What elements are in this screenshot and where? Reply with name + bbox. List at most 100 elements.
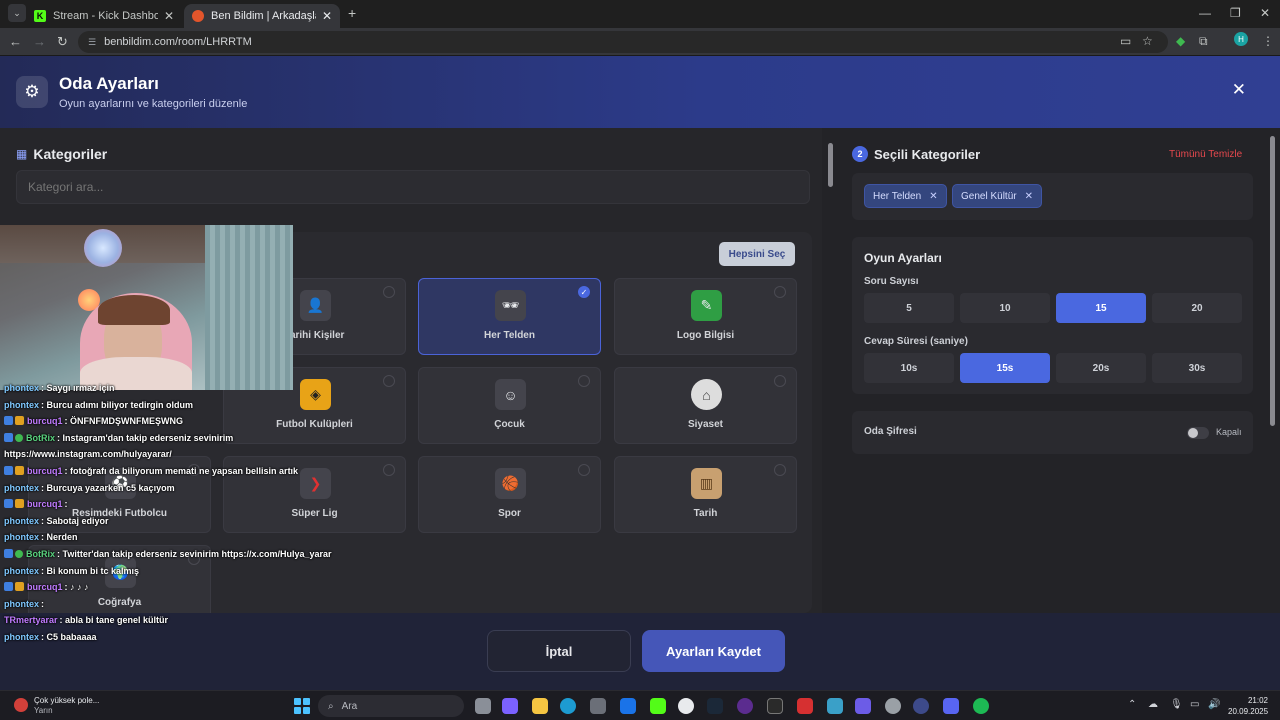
app-red-icon[interactable] [797, 698, 813, 714]
task-view-icon[interactable] [475, 698, 491, 714]
clear-all-link[interactable]: Tümünü Temizle [1169, 149, 1242, 160]
copilot-icon[interactable] [502, 698, 518, 714]
category-card-logo-bilgisi[interactable]: ✎ Logo Bilgisi [614, 278, 797, 355]
room-password-label: Oda Şifresi [864, 426, 917, 437]
chat-text: : Nerden [41, 532, 78, 543]
category-card-tarih[interactable]: ▥ Tarih [614, 456, 797, 533]
chat-text: : [64, 499, 68, 510]
categories-scrollbar[interactable] [828, 131, 834, 614]
bookmark-star-icon[interactable]: ☆ [1142, 34, 1153, 48]
category-card-cocuk[interactable]: ☺ Çocuk [418, 367, 601, 444]
tray-chevron-icon[interactable]: ⌃ [1128, 699, 1136, 710]
taskbar-search[interactable]: ⌕ Ara [318, 695, 464, 717]
epic-games-icon[interactable] [767, 698, 783, 714]
start-icon[interactable] [294, 698, 310, 714]
scrollbar-thumb[interactable] [1270, 136, 1275, 426]
new-tab-icon[interactable]: + [348, 5, 356, 21]
edge-icon[interactable] [560, 698, 576, 714]
address-bar[interactable]: ☰ benbildim.com/room/LHRRTM [78, 31, 1168, 53]
remove-chip-icon[interactable]: ✕ [929, 191, 937, 202]
close-modal-icon[interactable]: ✕ [1232, 80, 1246, 100]
microphone-icon[interactable]: 🎙 [1170, 699, 1183, 710]
settings-scrollbar[interactable] [1270, 136, 1276, 436]
tab-ben-bildim[interactable]: Ben Bildim | Arkadaşlarınla Onl ✕ [184, 4, 340, 28]
outlook-icon[interactable] [620, 698, 636, 714]
store-icon[interactable] [590, 698, 606, 714]
shield-extension-icon[interactable]: ◆ [1176, 34, 1185, 48]
chat-badge-icon [4, 432, 13, 442]
category-card-siyaset[interactable]: ⌂ Siyaset [614, 367, 797, 444]
app-blue-icon[interactable] [913, 698, 929, 714]
chat-text: : Sabotaj ediyor [41, 515, 109, 526]
cloud-icon[interactable]: ☁ [1148, 699, 1158, 710]
chat-text: : ♪ ♪ ♪ [64, 582, 89, 593]
obs-icon[interactable] [737, 698, 753, 714]
chip-label: Genel Kültür [961, 190, 1017, 202]
category-card-her-telden[interactable]: 🕶 Her Telden ✓ [418, 278, 601, 355]
category-radio [383, 375, 395, 387]
app-fin-icon[interactable] [827, 698, 843, 714]
file-explorer-icon[interactable] [532, 698, 548, 714]
profile-avatar[interactable]: H [1234, 32, 1248, 46]
cancel-button[interactable]: İptal [487, 630, 631, 672]
question-count-15[interactable]: 15 [1056, 293, 1146, 323]
site-info-icon[interactable]: ☰ [88, 37, 96, 48]
forward-icon[interactable]: → [33, 34, 46, 49]
extensions-icon[interactable]: ⧉ [1199, 34, 1208, 49]
chat-message: burcuq1: ♪ ♪ ♪ [4, 582, 89, 592]
minimize-icon[interactable]: — [1199, 6, 1211, 20]
tab-kick-dashboard[interactable]: K Stream - Kick Dashboard ✕ [26, 4, 182, 28]
weather-alert-icon [14, 698, 28, 712]
kick-icon[interactable] [650, 698, 666, 714]
category-card-spor[interactable]: 🏀 Spor [418, 456, 601, 533]
network-icon[interactable]: ▭ [1190, 699, 1199, 710]
cast-icon[interactable]: ▭ [1120, 34, 1131, 48]
close-tab-icon[interactable]: ✕ [164, 9, 174, 23]
chrome-icon[interactable] [678, 698, 694, 714]
answer-time-10s[interactable]: 10s [864, 353, 954, 383]
question-count-20[interactable]: 20 [1152, 293, 1242, 323]
tab-search-icon[interactable]: ⌄ [8, 4, 26, 22]
selected-count-badge: 2 [852, 146, 868, 162]
close-tab-icon[interactable]: ✕ [322, 9, 332, 23]
answer-time-30s[interactable]: 30s [1152, 353, 1242, 383]
category-radio [578, 464, 590, 476]
remove-chip-icon[interactable]: ✕ [1025, 191, 1033, 202]
grid-icon: ▦ [16, 147, 28, 161]
modal-subtitle: Oyun ayarlarını ve kategorileri düzenle [59, 98, 248, 110]
question-count-5[interactable]: 5 [864, 293, 954, 323]
select-all-button[interactable]: Hepsini Seç [719, 242, 795, 266]
weather-subtitle: Yarın [34, 706, 53, 715]
search-icon: ⌕ [328, 700, 334, 712]
close-window-icon[interactable]: ✕ [1260, 6, 1270, 20]
answer-time-15s[interactable]: 15s [960, 353, 1050, 383]
colosseum-icon: ▥ [691, 468, 722, 499]
restore-icon[interactable]: ❐ [1230, 6, 1241, 20]
browser-menu-icon[interactable]: ⋮ [1262, 34, 1274, 48]
weather-widget[interactable]: Çok yüksek pole... Yarın [14, 696, 99, 716]
chat-badge-icon [4, 549, 13, 558]
chat-text: : fotoğrafı da biliyorum memati ne yapsa… [64, 466, 299, 476]
back-icon[interactable]: ← [9, 34, 22, 49]
system-clock[interactable]: 21:02 20.09.2025 [1228, 695, 1268, 717]
category-radio [774, 375, 786, 387]
volume-icon[interactable]: 🔊 [1208, 699, 1220, 710]
save-settings-button[interactable]: Ayarları Kaydet [642, 630, 785, 672]
game-settings-panel: Oyun Ayarları Soru Sayısı 5 10 15 20 Cev… [852, 237, 1253, 394]
answer-time-20s[interactable]: 20s [1056, 353, 1146, 383]
app-purple-icon[interactable] [855, 698, 871, 714]
spotify-icon[interactable] [973, 698, 989, 714]
discord-icon[interactable] [943, 698, 959, 714]
app-gray-icon[interactable] [885, 698, 901, 714]
chip-her-telden: Her Telden ✕ [864, 184, 947, 208]
reload-icon[interactable]: ↻ [57, 34, 68, 50]
room-password-toggle[interactable] [1187, 427, 1209, 439]
chat-message: phontex: Burcu adımı biliyor tedirgin ol… [4, 400, 193, 410]
chat-username: BotRix [26, 432, 55, 443]
steam-icon[interactable] [707, 698, 723, 714]
scrollbar-thumb[interactable] [828, 143, 833, 187]
chat-badge-icon [4, 582, 13, 592]
clock-date: 20.09.2025 [1228, 707, 1269, 716]
category-search-input[interactable] [16, 170, 810, 204]
question-count-10[interactable]: 10 [960, 293, 1050, 323]
